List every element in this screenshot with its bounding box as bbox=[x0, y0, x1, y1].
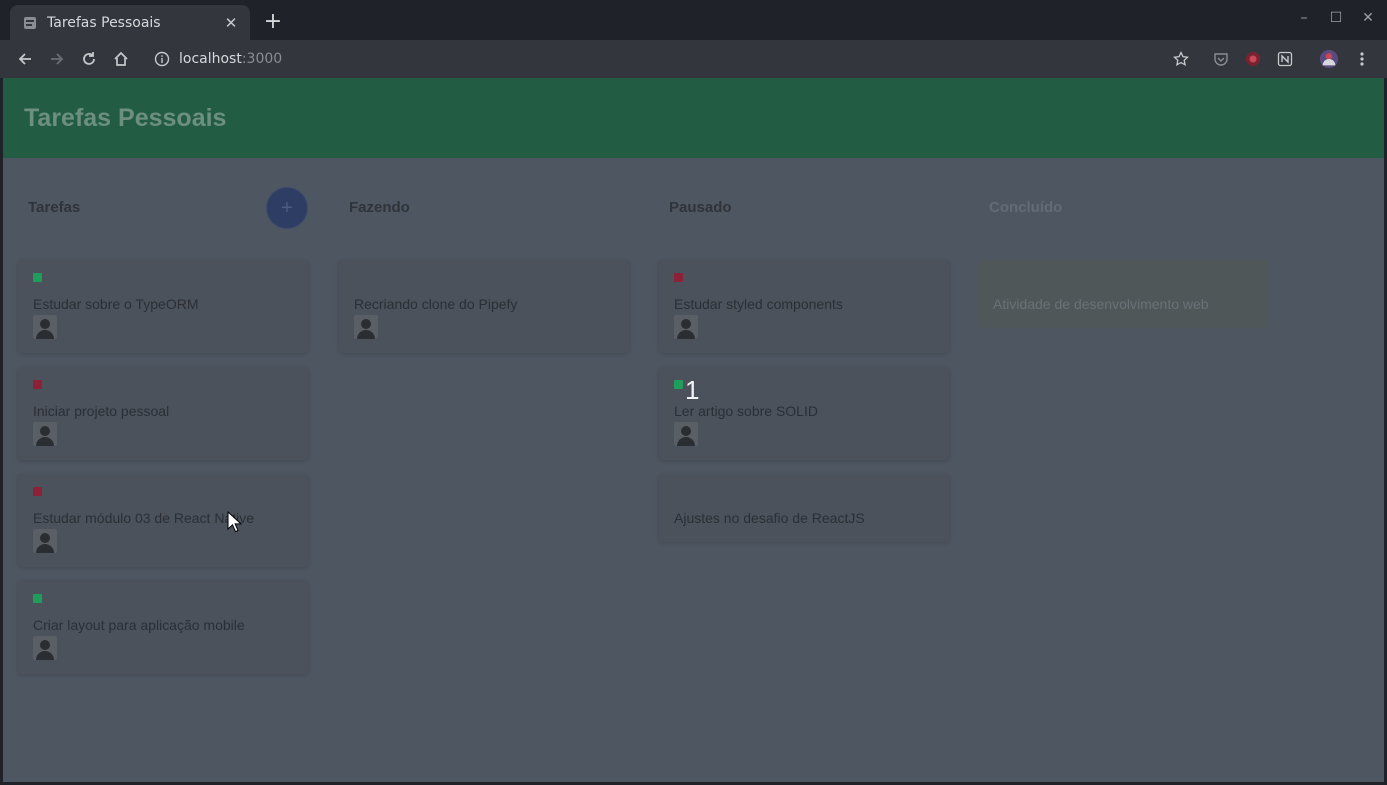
avatar bbox=[33, 529, 57, 553]
app-header: Tarefas Pessoais bbox=[3, 78, 1384, 158]
arrow-left-icon bbox=[18, 53, 31, 65]
card-title: Estudar styled components bbox=[674, 296, 843, 312]
card-label-red bbox=[33, 380, 42, 389]
card[interactable]: Estudar styled components bbox=[659, 260, 949, 353]
card-label-red bbox=[674, 273, 683, 282]
column-header: Tarefas + bbox=[3, 158, 323, 260]
info-icon[interactable] bbox=[154, 51, 170, 67]
home-icon bbox=[114, 51, 128, 66]
forward-button[interactable] bbox=[45, 47, 69, 71]
bookmark-star-icon[interactable] bbox=[1171, 49, 1191, 69]
card-label-red bbox=[33, 487, 42, 496]
browser-toolbar: localhost :3000 bbox=[0, 40, 1387, 78]
tab-title: Tarefas Pessoais bbox=[47, 14, 161, 31]
column-header: Concluído bbox=[964, 158, 1284, 260]
page-viewport: Tarefas Pessoais Tarefas + Estudar sobre… bbox=[3, 78, 1384, 782]
card[interactable]: Ajustes no desafio de ReactJS bbox=[659, 474, 949, 542]
column-header: Pausado bbox=[644, 158, 964, 260]
avatar bbox=[33, 315, 57, 339]
tab-close-icon[interactable]: ✕ bbox=[222, 14, 240, 32]
avatar bbox=[674, 422, 698, 446]
card-title: Ajustes no desafio de ReactJS bbox=[674, 510, 865, 526]
drag-indicator: 1 bbox=[685, 375, 700, 405]
column-title: Tarefas bbox=[28, 199, 81, 216]
notion-extension-icon[interactable] bbox=[1275, 49, 1295, 69]
close-window-button[interactable]: ✕ bbox=[1358, 8, 1378, 28]
plus-icon: + bbox=[281, 196, 293, 219]
browser-tab-bar: Tarefas Pessoais ✕ + – ☐ ✕ bbox=[0, 0, 1387, 40]
browser-tab[interactable]: Tarefas Pessoais ✕ bbox=[10, 5, 250, 40]
card-label-green bbox=[674, 380, 683, 389]
page-favicon-icon bbox=[23, 16, 37, 30]
column-title: Fazendo bbox=[349, 199, 410, 216]
kanban-board: Tarefas + Estudar sobre o TypeORM Inicia… bbox=[3, 158, 1384, 782]
url-port: :3000 bbox=[241, 51, 283, 67]
card-label-green bbox=[33, 594, 42, 603]
column-concluido: Concluído Atividade de desenvolvimento w… bbox=[964, 158, 1284, 328]
column-title: Concluído bbox=[989, 199, 1063, 216]
avatar bbox=[33, 636, 57, 660]
card-title: Estudar módulo 03 de React Native bbox=[33, 510, 255, 526]
pocket-extension-icon[interactable] bbox=[1211, 49, 1231, 69]
new-tab-button[interactable]: + bbox=[262, 11, 284, 33]
add-card-button[interactable]: + bbox=[266, 187, 308, 229]
card-title: Estudar sobre o TypeORM bbox=[33, 296, 199, 312]
home-button[interactable] bbox=[109, 47, 133, 71]
card[interactable]: Ler artigo sobre SOLID bbox=[659, 367, 949, 460]
back-button[interactable] bbox=[13, 47, 37, 71]
arrow-right-icon bbox=[51, 53, 64, 65]
url-host: localhost bbox=[179, 51, 242, 67]
column-header: Fazendo bbox=[324, 158, 644, 260]
maximize-button[interactable]: ☐ bbox=[1326, 8, 1346, 28]
column-pausado: Pausado Estudar styled components Ler ar… bbox=[644, 158, 964, 542]
kebab-menu-icon[interactable] bbox=[1352, 49, 1372, 69]
reload-button[interactable] bbox=[77, 47, 101, 71]
card[interactable]: Estudar módulo 03 de React Native bbox=[18, 474, 308, 567]
card[interactable]: Criar layout para aplicação mobile bbox=[18, 581, 308, 674]
card-label-green bbox=[33, 273, 42, 282]
column-title: Pausado bbox=[669, 199, 732, 216]
card-title: Criar layout para aplicação mobile bbox=[33, 617, 245, 633]
card-title: Iniciar projeto pessoal bbox=[33, 403, 170, 419]
card[interactable]: Atividade de desenvolvimento web bbox=[978, 260, 1268, 328]
card-title: Atividade de desenvolvimento web bbox=[993, 296, 1209, 312]
address-bar[interactable]: localhost :3000 bbox=[144, 44, 1202, 74]
avatar bbox=[354, 315, 378, 339]
page-title: Tarefas Pessoais bbox=[24, 103, 227, 132]
column-tarefas: Tarefas + Estudar sobre o TypeORM Inicia… bbox=[3, 158, 323, 674]
avatar bbox=[674, 315, 698, 339]
reload-icon bbox=[83, 52, 95, 65]
extension-icon[interactable] bbox=[1243, 49, 1263, 69]
card[interactable]: Recriando clone do Pipefy bbox=[339, 260, 629, 353]
card[interactable]: Estudar sobre o TypeORM bbox=[18, 260, 308, 353]
card-title: Recriando clone do Pipefy bbox=[354, 296, 518, 312]
profile-avatar[interactable] bbox=[1319, 49, 1339, 69]
column-fazendo: Fazendo Recriando clone do Pipefy bbox=[324, 158, 644, 353]
avatar bbox=[33, 422, 57, 446]
card[interactable]: Iniciar projeto pessoal bbox=[18, 367, 308, 460]
mouse-cursor-icon bbox=[227, 511, 243, 533]
minimize-button[interactable]: – bbox=[1294, 8, 1314, 28]
